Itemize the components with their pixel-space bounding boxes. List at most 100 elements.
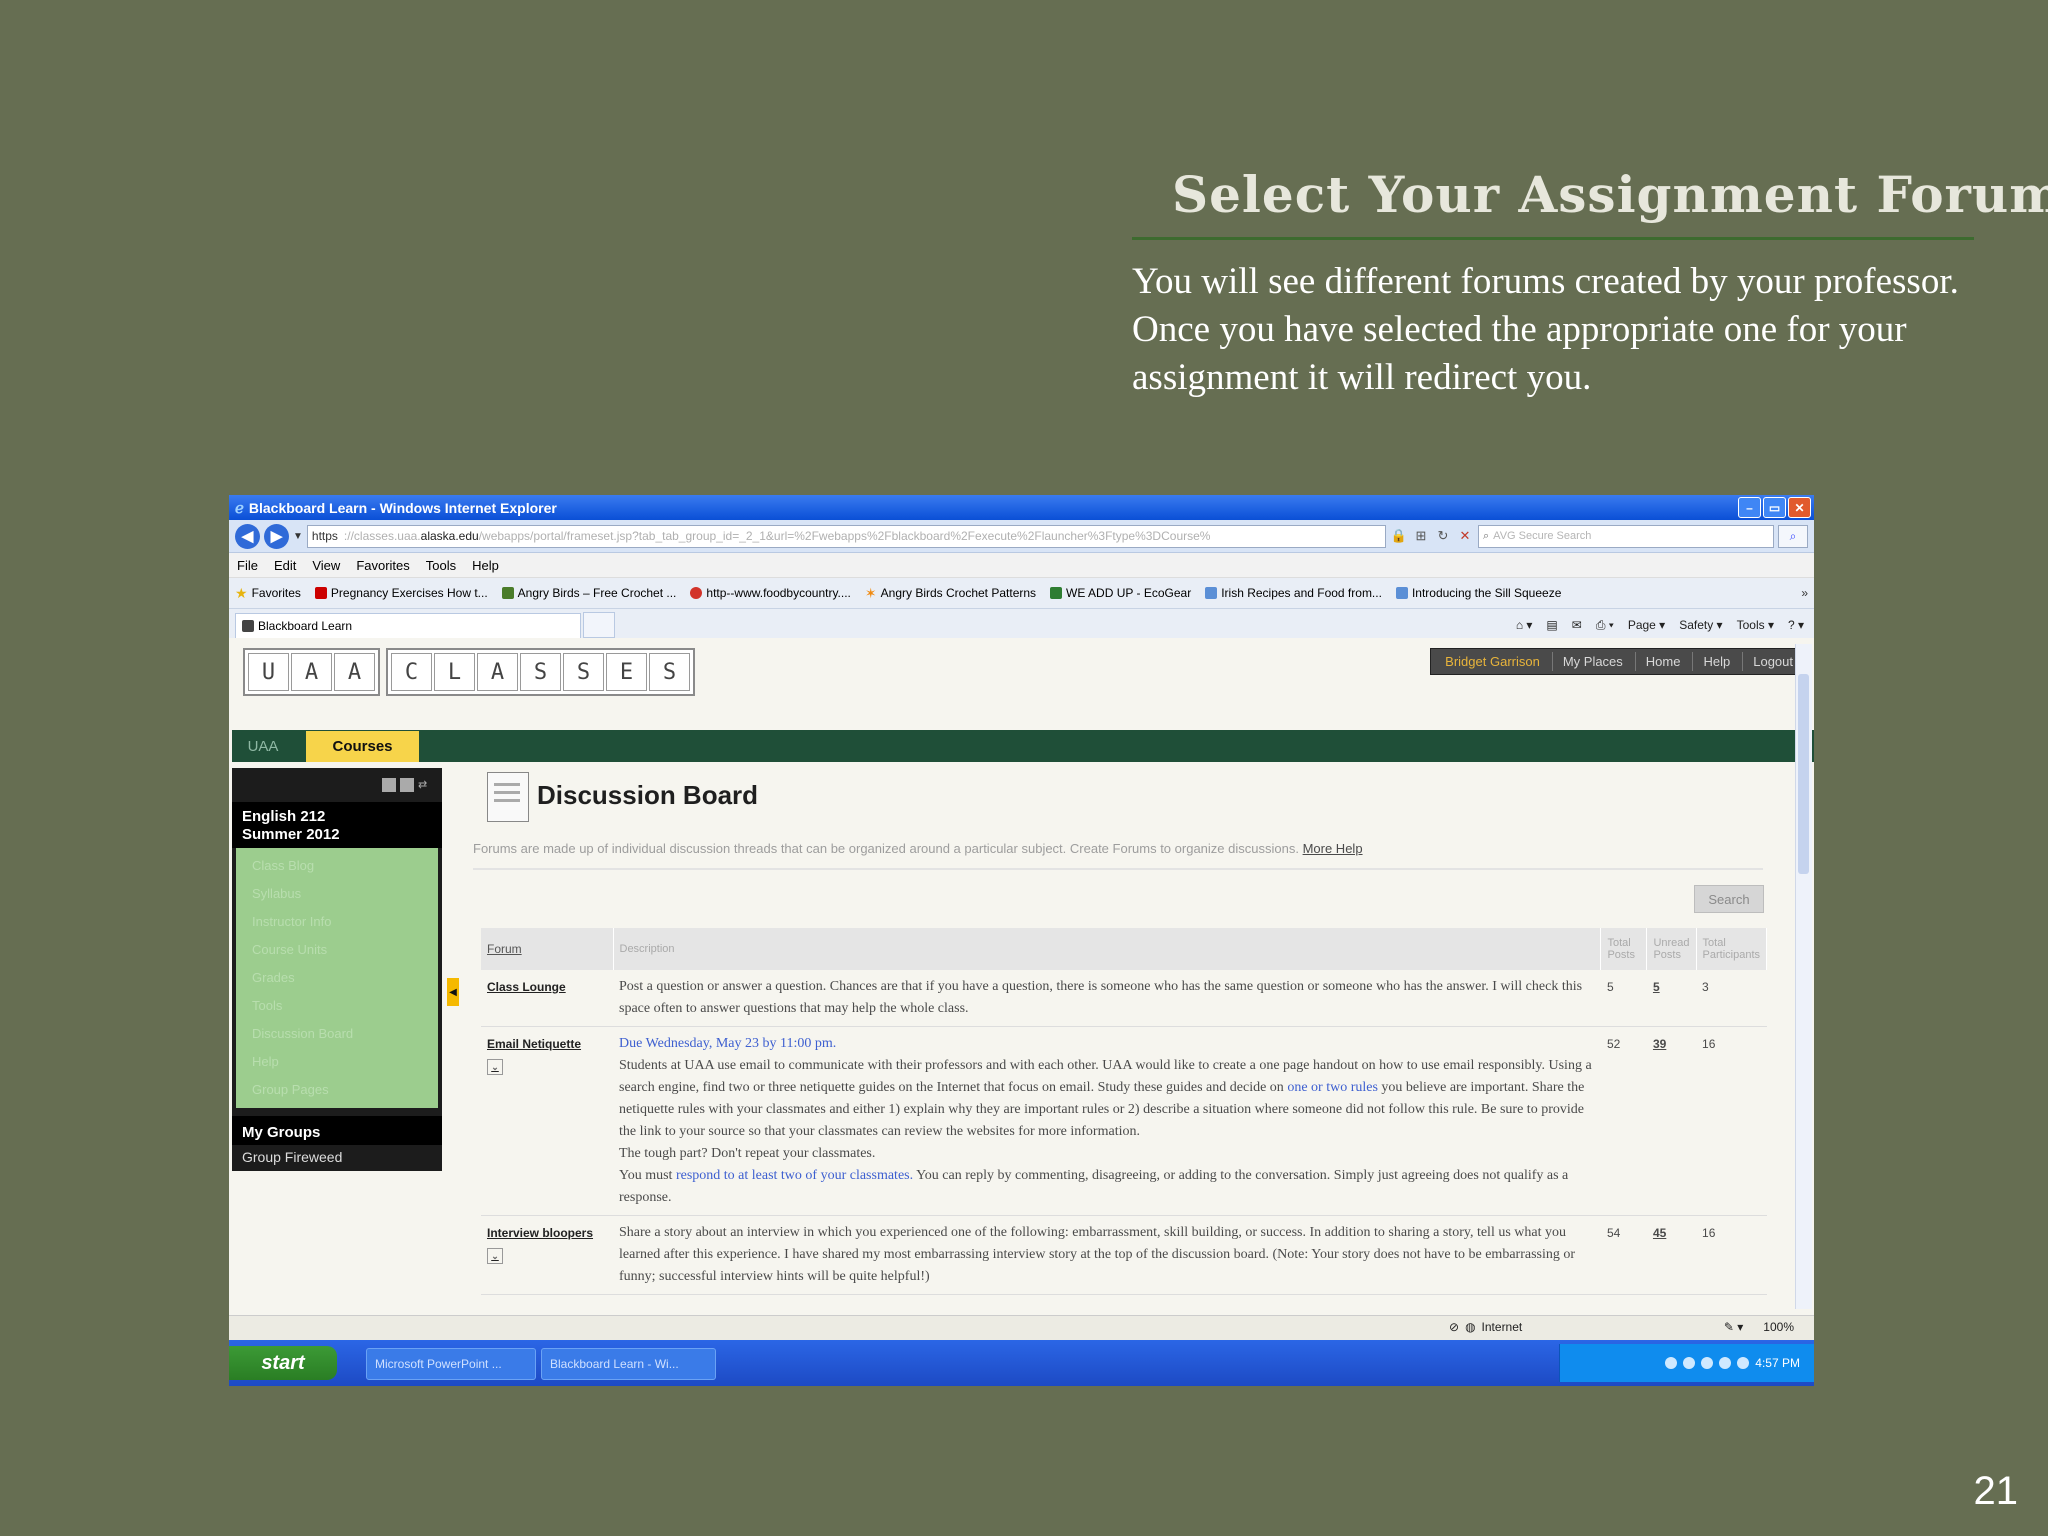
- forum-link-email-netiquette[interactable]: Email Netiquette: [487, 1037, 581, 1051]
- fav-angry-birds-crochet[interactable]: Angry Birds – Free Crochet ...: [501, 586, 676, 600]
- header-forum[interactable]: Forum: [481, 928, 614, 970]
- logo-letter: L: [434, 653, 475, 691]
- forum-link-interview-bloopers[interactable]: Interview bloopers: [487, 1226, 593, 1240]
- logo-uaa: U A A: [243, 648, 380, 696]
- fav-we-add-up[interactable]: WE ADD UP - EcoGear: [1050, 586, 1191, 600]
- discussion-board-icon: [487, 772, 529, 822]
- close-button[interactable]: ✕: [1788, 497, 1811, 518]
- collapse-menu-handle[interactable]: ◀: [447, 978, 459, 1006]
- folder-view-icon[interactable]: [382, 778, 396, 792]
- mail-icon[interactable]: ✉: [1572, 618, 1582, 633]
- link-course-units[interactable]: Course Units: [252, 936, 438, 964]
- fav-angry-birds-patterns[interactable]: ✶ Angry Birds Crochet Patterns: [865, 585, 1036, 602]
- favorites-button[interactable]: ★ Favorites: [235, 585, 301, 602]
- nav-home[interactable]: Home: [1634, 652, 1691, 671]
- zoom-control[interactable]: ✎ ▾ 100%: [1724, 1320, 1794, 1334]
- uaa-classes-logo: U A A C L A S S E S: [243, 648, 695, 696]
- link-tools[interactable]: Tools: [252, 992, 438, 1020]
- page-menu[interactable]: Page ▾: [1628, 618, 1665, 633]
- header-total-participants: Total Participants: [1696, 928, 1768, 970]
- print-icon[interactable]: ⎙ ▾: [1596, 618, 1614, 633]
- fav-foodbycountry[interactable]: http--www.foodbycountry....: [690, 586, 851, 600]
- link-syllabus[interactable]: Syllabus: [252, 880, 438, 908]
- tab-blackboard-learn[interactable]: Blackboard Learn: [235, 612, 581, 638]
- description-link[interactable]: one or two rules: [1287, 1080, 1378, 1095]
- top-navigation: Bridget Garrison My Places Home Help Log…: [1430, 648, 1808, 675]
- unread-posts-link[interactable]: 5: [1646, 970, 1697, 1027]
- start-button[interactable]: start: [229, 1346, 337, 1380]
- taskbar-powerpoint[interactable]: Microsoft PowerPoint ...: [366, 1348, 536, 1380]
- chevron-down-icon[interactable]: ⌄: [487, 1248, 503, 1264]
- refresh-icon[interactable]: ↻: [1434, 527, 1452, 545]
- fav-irish-recipes[interactable]: Irish Recipes and Food from...: [1205, 586, 1382, 600]
- new-tab-button[interactable]: [583, 612, 615, 638]
- vertical-scrollbar[interactable]: [1795, 644, 1812, 1309]
- search-go-button[interactable]: ⌕: [1778, 524, 1808, 548]
- compatibility-icon[interactable]: ⊞: [1412, 527, 1430, 545]
- nav-help[interactable]: Help: [1692, 652, 1740, 671]
- group-fireweed-link[interactable]: Group Fireweed: [232, 1145, 442, 1169]
- link-group-pages[interactable]: Group Pages: [252, 1076, 438, 1104]
- link-discussion-board[interactable]: Discussion Board: [252, 1020, 438, 1048]
- more-help-link[interactable]: More Help: [1303, 841, 1363, 856]
- safety-menu[interactable]: Safety ▾: [1679, 618, 1722, 633]
- zoom-level[interactable]: 100%: [1763, 1320, 1794, 1334]
- tray-icon[interactable]: [1701, 1357, 1714, 1369]
- tools-menu[interactable]: Tools ▾: [1737, 618, 1774, 633]
- link-instructor-info[interactable]: Instructor Info: [252, 908, 438, 936]
- link-grades[interactable]: Grades: [252, 964, 438, 992]
- link-help[interactable]: Help: [252, 1048, 438, 1076]
- web-search-input[interactable]: ⌕ AVG Secure Search: [1478, 524, 1774, 548]
- link-class-blog[interactable]: Class Blog: [252, 852, 438, 880]
- chevron-down-icon[interactable]: ⌄: [487, 1059, 503, 1075]
- list-view-icon[interactable]: [400, 778, 414, 792]
- url-input[interactable]: https ://classes.uaa. alaska.edu /webapp…: [306, 524, 1386, 548]
- tray-icon[interactable]: [1719, 1357, 1732, 1369]
- ie-page-icon: [1395, 587, 1408, 599]
- scroll-thumb[interactable]: [1798, 674, 1809, 874]
- stop-icon[interactable]: ✕: [1456, 527, 1474, 545]
- minimize-button[interactable]: –: [1738, 497, 1761, 518]
- tray-icon[interactable]: [1737, 1357, 1750, 1369]
- feeds-icon[interactable]: ▤: [1546, 618, 1557, 633]
- menu-file[interactable]: File: [237, 558, 268, 573]
- pen-icon[interactable]: ✎ ▾: [1724, 1320, 1743, 1334]
- search-button[interactable]: Search: [1694, 885, 1764, 913]
- my-groups-header[interactable]: My Groups: [232, 1116, 442, 1145]
- tab-courses[interactable]: Courses: [306, 731, 419, 762]
- tab-uaa[interactable]: UAA: [236, 730, 290, 762]
- forum-table: Forum Description Total Posts Unread Pos…: [481, 928, 1768, 1295]
- tray-icon[interactable]: [1665, 1357, 1678, 1369]
- maximize-button[interactable]: ▭: [1763, 497, 1786, 518]
- logo-letter: C: [391, 653, 432, 691]
- course-title[interactable]: English 212 Summer 2012: [232, 802, 442, 848]
- user-name-link[interactable]: Bridget Garrison: [1435, 652, 1550, 671]
- menu-edit[interactable]: Edit: [274, 558, 306, 573]
- total-posts: 5: [1600, 970, 1647, 1027]
- nav-logout[interactable]: Logout: [1742, 652, 1803, 671]
- help-icon[interactable]: ? ▾: [1788, 618, 1804, 633]
- menu-tools[interactable]: Tools: [426, 558, 466, 573]
- taskbar-blackboard[interactable]: Blackboard Learn - Wi...: [541, 1348, 716, 1380]
- menu-help[interactable]: Help: [472, 558, 509, 573]
- unread-posts-link[interactable]: 39: [1646, 1026, 1697, 1216]
- lock-icon[interactable]: 🔒: [1390, 527, 1408, 545]
- unread-posts-link[interactable]: 45: [1646, 1215, 1697, 1295]
- home-icon[interactable]: ⌂ ▾: [1516, 618, 1533, 633]
- forward-button[interactable]: ▶: [264, 523, 289, 549]
- fav-sill-squeeze[interactable]: Introducing the Sill Squeeze: [1395, 586, 1561, 600]
- nav-my-places[interactable]: My Places: [1551, 652, 1633, 671]
- description-link[interactable]: respond to at least two of your classmat…: [676, 1168, 913, 1183]
- clock[interactable]: 4:57 PM: [1755, 1356, 1800, 1370]
- fav-label: WE ADD UP - EcoGear: [1066, 586, 1192, 600]
- history-dropdown-icon[interactable]: ▼: [293, 531, 303, 542]
- back-button[interactable]: ◀: [235, 523, 260, 549]
- refresh-icon[interactable]: ⇄: [418, 778, 432, 792]
- chevron-right-icon[interactable]: »: [1801, 586, 1808, 600]
- forum-link-class-lounge[interactable]: Class Lounge: [487, 980, 566, 994]
- tray-icon[interactable]: [1683, 1357, 1696, 1369]
- menu-favorites[interactable]: Favorites: [356, 558, 419, 573]
- menu-view[interactable]: View: [312, 558, 350, 573]
- search-icon: ⌕: [1483, 529, 1490, 542]
- fav-pregnancy-exercises[interactable]: Pregnancy Exercises How t...: [314, 586, 488, 600]
